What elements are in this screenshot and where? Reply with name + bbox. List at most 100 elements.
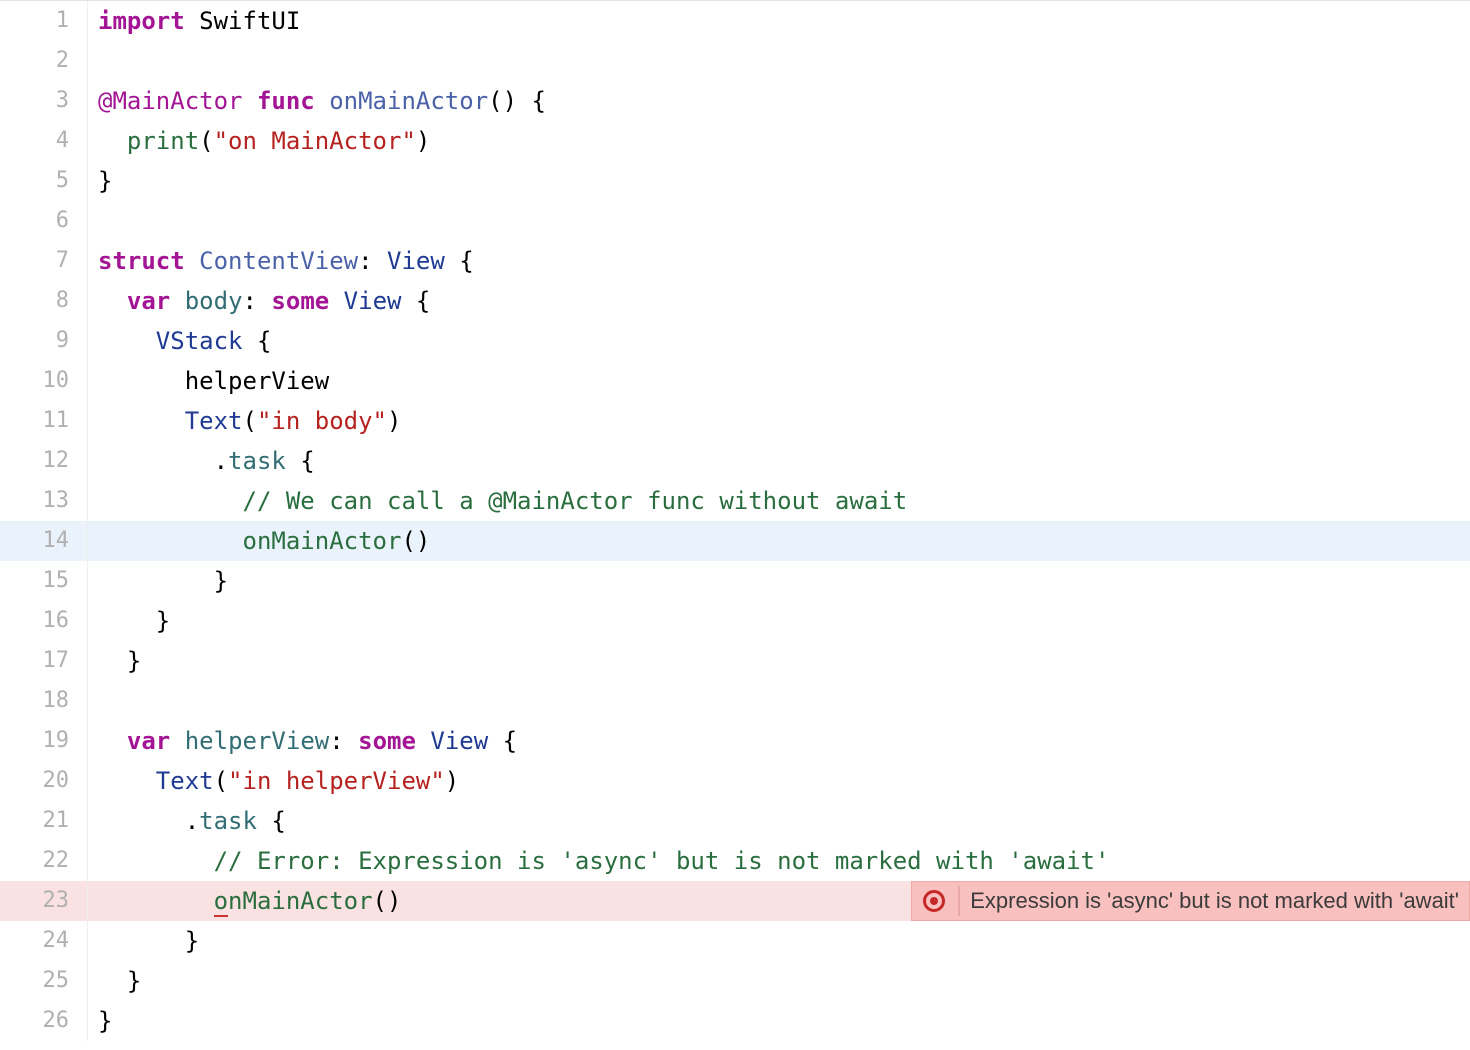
code-line[interactable]: 1import SwiftUI (0, 1, 1470, 41)
token (185, 7, 199, 35)
code-line[interactable]: 12 .task { (0, 441, 1470, 481)
line-number: 2 (0, 41, 88, 81)
token: some (271, 287, 329, 315)
code-text[interactable]: } (88, 161, 1470, 201)
code-text[interactable]: // We can call a @MainActor func without… (88, 481, 1470, 521)
token: { (488, 727, 517, 755)
code-text[interactable]: } (88, 1001, 1470, 1041)
token: ( (199, 127, 213, 155)
code-text[interactable]: onMainActor()Expression is 'async' but i… (88, 881, 1470, 921)
token: import (98, 7, 185, 35)
error-icon (920, 887, 948, 915)
code-line[interactable]: 25 } (0, 961, 1470, 1001)
token: () { (488, 87, 546, 115)
code-text[interactable]: onMainActor() (88, 521, 1470, 561)
code-text[interactable]: var helperView: some View { (88, 721, 1470, 761)
token: { (257, 807, 286, 835)
code-line[interactable]: 16 } (0, 601, 1470, 641)
code-line[interactable]: 23 onMainActor()Expression is 'async' bu… (0, 881, 1470, 921)
code-text[interactable]: .task { (88, 801, 1470, 841)
token: } (98, 607, 170, 635)
code-line[interactable]: 19 var helperView: some View { (0, 721, 1470, 761)
code-line[interactable]: 11 Text("in body") (0, 401, 1470, 441)
code-line[interactable]: 3@MainActor func onMainActor() { (0, 81, 1470, 121)
line-number: 23 (0, 881, 88, 921)
code-line[interactable]: 13 // We can call a @MainActor func with… (0, 481, 1470, 521)
token: ( (214, 767, 228, 795)
token: onMainActor (243, 527, 402, 555)
code-line[interactable]: 21 .task { (0, 801, 1470, 841)
code-line[interactable]: 17 } (0, 641, 1470, 681)
code-text[interactable] (88, 201, 1470, 241)
token (329, 287, 343, 315)
code-line[interactable]: 8 var body: some View { (0, 281, 1470, 321)
code-text[interactable]: } (88, 641, 1470, 681)
code-text[interactable]: } (88, 561, 1470, 601)
code-text[interactable]: @MainActor func onMainActor() { (88, 81, 1470, 121)
line-number: 22 (0, 841, 88, 881)
token: struct (98, 247, 185, 275)
token: "on MainActor" (214, 127, 416, 155)
token: . (98, 447, 228, 475)
token: "in body" (257, 407, 387, 435)
code-text[interactable]: } (88, 601, 1470, 641)
token (243, 87, 257, 115)
code-line[interactable]: 5} (0, 161, 1470, 201)
token (170, 727, 184, 755)
code-text[interactable]: helperView (88, 361, 1470, 401)
code-text[interactable] (88, 41, 1470, 81)
code-text[interactable]: import SwiftUI (88, 1, 1470, 41)
token: { (243, 327, 272, 355)
code-line[interactable]: 7struct ContentView: View { (0, 241, 1470, 281)
line-number: 15 (0, 561, 88, 601)
code-text[interactable] (88, 681, 1470, 721)
token: ) (416, 127, 430, 155)
token: } (98, 967, 141, 995)
token: View (430, 727, 488, 755)
token (98, 367, 185, 395)
token (98, 847, 214, 875)
code-line[interactable]: 9 VStack { (0, 321, 1470, 361)
token: : (329, 727, 358, 755)
code-text[interactable]: Text("in helperView") (88, 761, 1470, 801)
token: helperView (185, 367, 330, 395)
token: func (257, 87, 315, 115)
token: task (228, 447, 286, 475)
code-line[interactable]: 18 (0, 681, 1470, 721)
code-text[interactable]: } (88, 921, 1470, 961)
code-text[interactable]: // Error: Expression is 'async' but is n… (88, 841, 1470, 881)
code-editor[interactable]: 1import SwiftUI23@MainActor func onMainA… (0, 0, 1470, 1041)
code-line[interactable]: 15 } (0, 561, 1470, 601)
token: // We can call a @MainActor func without… (243, 487, 908, 515)
code-line[interactable]: 22 // Error: Expression is 'async' but i… (0, 841, 1470, 881)
line-number: 9 (0, 321, 88, 361)
error-banner[interactable]: Expression is 'async' but is not marked … (911, 881, 1470, 921)
line-number: 1 (0, 1, 88, 41)
code-text[interactable]: struct ContentView: View { (88, 241, 1470, 281)
token: o (214, 887, 228, 917)
token: } (98, 1007, 112, 1035)
code-line[interactable]: 6 (0, 201, 1470, 241)
line-number: 12 (0, 441, 88, 481)
token: @MainActor (98, 87, 243, 115)
token: { (286, 447, 315, 475)
token: ) (445, 767, 459, 795)
code-line[interactable]: 20 Text("in helperView") (0, 761, 1470, 801)
code-line[interactable]: 24 } (0, 921, 1470, 961)
code-text[interactable]: VStack { (88, 321, 1470, 361)
code-text[interactable]: Text("in body") (88, 401, 1470, 441)
code-line[interactable]: 2 (0, 41, 1470, 81)
token: } (98, 927, 199, 955)
line-number: 5 (0, 161, 88, 201)
code-text[interactable]: .task { (88, 441, 1470, 481)
code-text[interactable]: var body: some View { (88, 281, 1470, 321)
code-line[interactable]: 4 print("on MainActor") (0, 121, 1470, 161)
token: View (344, 287, 402, 315)
code-line[interactable]: 14 onMainActor() (0, 521, 1470, 561)
line-number: 19 (0, 721, 88, 761)
code-text[interactable]: print("on MainActor") (88, 121, 1470, 161)
code-line[interactable]: 10 helperView (0, 361, 1470, 401)
token: body (185, 287, 243, 315)
code-line[interactable]: 26} (0, 1001, 1470, 1041)
code-text[interactable]: } (88, 961, 1470, 1001)
